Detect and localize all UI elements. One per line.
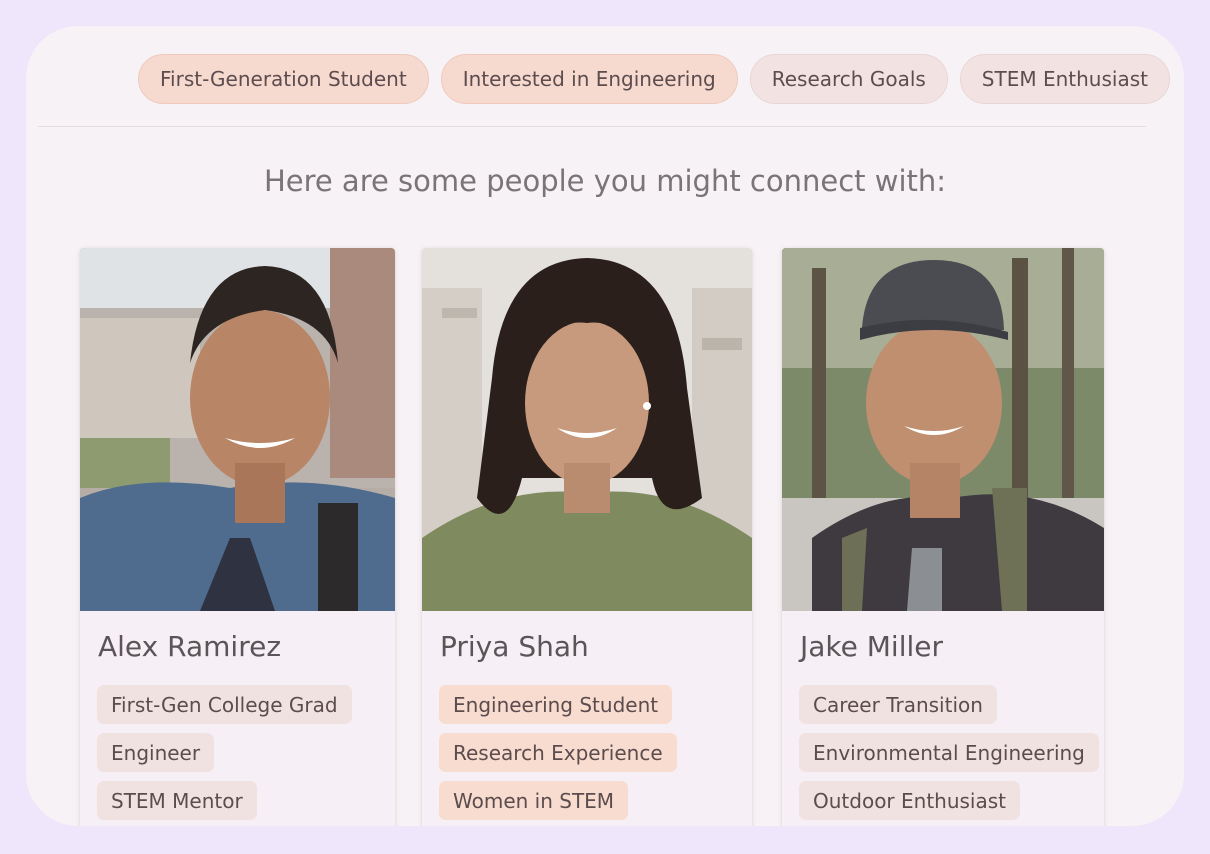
person-name: Priya Shah: [440, 630, 589, 663]
interest-tag-research-goals[interactable]: Research Goals: [749, 54, 948, 104]
person-tags: Engineering Student Research Experience …: [439, 685, 677, 820]
interest-tag-bar: First-Generation Student Interested in E…: [138, 54, 1170, 104]
divider: [38, 126, 1146, 127]
person-name: Jake Miller: [800, 630, 943, 663]
person-card-alex[interactable]: Alex Ramirez First-Gen College Grad Engi…: [80, 248, 395, 826]
person-tag: First-Gen College Grad: [97, 685, 352, 724]
person-tag: Career Transition: [799, 685, 997, 724]
profile-photo: [782, 248, 1104, 611]
person-tags: Career Transition Environmental Engineer…: [799, 685, 1099, 820]
person-name: Alex Ramirez: [98, 630, 282, 663]
person-tag: Engineering Student: [439, 685, 673, 724]
section-heading: Here are some people you might connect w…: [263, 164, 947, 198]
connect-panel: First-Generation Student Interested in E…: [26, 26, 1184, 826]
profile-photo: [422, 248, 752, 611]
person-tags: First-Gen College Grad Engineer STEM Men…: [97, 685, 352, 820]
person-tag: Engineer: [97, 733, 215, 772]
interest-tag-stem-enthusiast[interactable]: STEM Enthusiast: [959, 54, 1170, 104]
person-card-jake[interactable]: Jake Miller Career Transition Environmen…: [782, 248, 1104, 826]
person-tag: STEM Mentor: [97, 781, 257, 820]
interest-tag-first-generation[interactable]: First-Generation Student: [138, 54, 429, 104]
person-tag: Women in STEM: [439, 781, 629, 820]
person-card-priya[interactable]: Priya Shah Engineering Student Research …: [422, 248, 752, 826]
profile-photo: [80, 248, 395, 611]
person-tag: Outdoor Enthusiast: [799, 781, 1021, 820]
person-tag: Environmental Engineering: [799, 733, 1099, 772]
person-tag: Research Experience: [439, 733, 677, 772]
interest-tag-engineering[interactable]: Interested in Engineering: [440, 54, 738, 104]
